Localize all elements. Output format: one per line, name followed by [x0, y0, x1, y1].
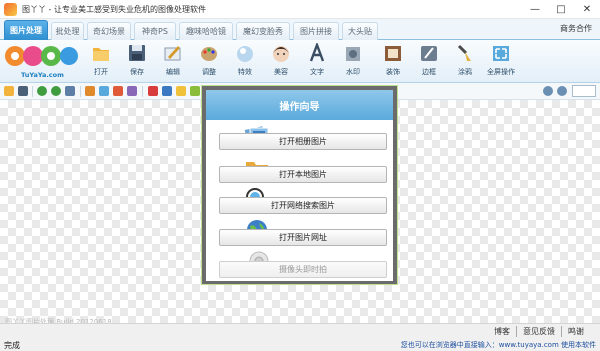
toolbar-separator: [32, 86, 33, 97]
open-url-button[interactable]: 打开图片网址: [219, 229, 387, 246]
adjust-button[interactable]: 调整: [192, 41, 226, 81]
resize-icon[interactable]: [127, 86, 137, 96]
edit-label: 编辑: [166, 68, 180, 76]
brush-icon: [457, 44, 471, 61]
undo-icon[interactable]: [37, 86, 47, 96]
border-button[interactable]: 边框: [412, 41, 446, 81]
effects-label: 特效: [238, 68, 252, 76]
palette-icon: [201, 47, 217, 61]
maximize-button[interactable]: □: [548, 0, 574, 19]
save-label: 保存: [130, 68, 144, 76]
watermark-label: 水印: [346, 68, 360, 76]
tab-batch[interactable]: 批处理: [51, 22, 84, 40]
open-local-button[interactable]: 打开本地图片: [219, 166, 387, 183]
layer-icon[interactable]: [162, 86, 172, 96]
border-label: 边框: [422, 68, 436, 76]
color-icon[interactable]: [148, 86, 158, 96]
toolbar-separator: [142, 86, 143, 97]
doodle-button[interactable]: 涂鸦: [448, 41, 482, 81]
decorate-label: 装饰: [386, 68, 400, 76]
logo-text: TuYaYa.com: [21, 71, 64, 79]
website-hint[interactable]: 您也可以在浏览器中直接输入：www.tuyaya.com 使用本软件: [401, 340, 596, 350]
feedback-link[interactable]: 意见反馈: [516, 326, 561, 337]
watermark-icon: [346, 47, 360, 61]
open-label: 打开: [94, 68, 108, 76]
app-icon: [4, 2, 17, 16]
zoom-out-icon[interactable]: [557, 86, 567, 96]
status-bar: 博客 意见反馈 鸣谢 完成 您也可以在浏览器中直接输入：www.tuyaya.c…: [0, 323, 600, 351]
fullscreen-icon: [493, 46, 509, 61]
ribbon-toolbar: TuYaYa.com 打开 保存 编辑 调整 特效 美容 文字 水印 装饰 边框: [0, 40, 600, 83]
face-icon: [273, 46, 289, 62]
flip-icon[interactable]: [113, 86, 123, 96]
window-controls: — □ ✕: [522, 0, 600, 19]
refresh-icon[interactable]: [65, 86, 75, 96]
text-button[interactable]: 文字: [300, 41, 334, 81]
business-link[interactable]: 商务合作: [560, 23, 592, 34]
tab-magic-ps[interactable]: 神奇PS: [134, 22, 176, 40]
frame-decoration-icon: [385, 46, 401, 61]
wizard-title: 操作向导: [206, 90, 393, 120]
tab-funhouse-mirror[interactable]: 趣味哈哈镜: [179, 22, 233, 40]
floppy-icon: [129, 45, 145, 61]
border-icon: [421, 46, 437, 61]
rotate-icon[interactable]: [99, 86, 109, 96]
save-icon[interactable]: [18, 86, 28, 96]
wizard-dialog: 操作向导 打开相册图片 打开本地图片 打开网络搜索图片 打开图片网址 摄像头即时…: [201, 85, 398, 285]
main-tabs: 图片处理 批处理 奇幻场景 神奇PS 趣味哈哈镜 魔幻变脸秀 图片拼接 大头贴 …: [0, 19, 600, 40]
fullscreen-button[interactable]: 全屏操作: [484, 41, 518, 81]
text-a-icon: [309, 43, 325, 62]
effects-button[interactable]: 特效: [228, 41, 262, 81]
decorate-button[interactable]: 装饰: [376, 41, 410, 81]
fullscreen-label: 全屏操作: [487, 68, 515, 76]
tab-photo-sticker[interactable]: 大头贴: [342, 22, 378, 40]
redo-icon[interactable]: [51, 86, 61, 96]
tool-icon[interactable]: [190, 86, 200, 96]
edit-button[interactable]: 编辑: [156, 41, 190, 81]
beauty-button[interactable]: 美容: [264, 41, 298, 81]
adjust-label: 调整: [202, 68, 216, 76]
tab-image-processing[interactable]: 图片处理: [4, 20, 48, 40]
tuyaya-logo: TuYaYa.com: [3, 41, 81, 81]
title-bar: 图丫丫 - 让专业美工感受到失业危机的图像处理软件 — □ ✕: [0, 0, 600, 19]
window-title: 图丫丫 - 让专业美工感受到失业危机的图像处理软件: [22, 4, 206, 14]
webcam-capture-button: 摄像头即时拍: [219, 261, 387, 278]
minimize-button[interactable]: —: [522, 0, 548, 19]
open-album-button[interactable]: 打开相册图片: [219, 133, 387, 150]
tab-fantasy-scenes[interactable]: 奇幻场景: [87, 22, 131, 40]
footer-links: 博客 意见反馈 鸣谢: [488, 326, 590, 337]
close-button[interactable]: ✕: [574, 0, 600, 19]
toolbar-separator: [80, 86, 81, 97]
tab-face-morph[interactable]: 魔幻变脸秀: [236, 22, 290, 40]
wizard-panel: 操作向导 打开相册图片 打开本地图片 打开网络搜索图片 打开图片网址 摄像头即时…: [206, 90, 393, 281]
beauty-label: 美容: [274, 68, 288, 76]
status-text: 完成: [4, 341, 20, 350]
zoom-input[interactable]: [572, 85, 596, 97]
doodle-label: 涂鸦: [458, 68, 472, 76]
save-button[interactable]: 保存: [120, 41, 154, 81]
watermark-button[interactable]: 水印: [336, 41, 370, 81]
effects-sphere-icon: [237, 46, 253, 62]
open-button[interactable]: 打开: [84, 41, 118, 81]
light-icon[interactable]: [176, 86, 186, 96]
zoom-in-icon[interactable]: [543, 86, 553, 96]
text-label: 文字: [310, 68, 324, 76]
folder-icon: [93, 48, 109, 61]
open-web-search-button[interactable]: 打开网络搜索图片: [219, 197, 387, 214]
thanks-link[interactable]: 鸣谢: [561, 326, 590, 337]
crop-icon[interactable]: [85, 86, 95, 96]
blog-link[interactable]: 博客: [488, 326, 516, 337]
edit-icon: [164, 46, 181, 61]
open-folder-icon[interactable]: [4, 86, 14, 96]
tab-image-stitch[interactable]: 图片拼接: [293, 22, 339, 40]
